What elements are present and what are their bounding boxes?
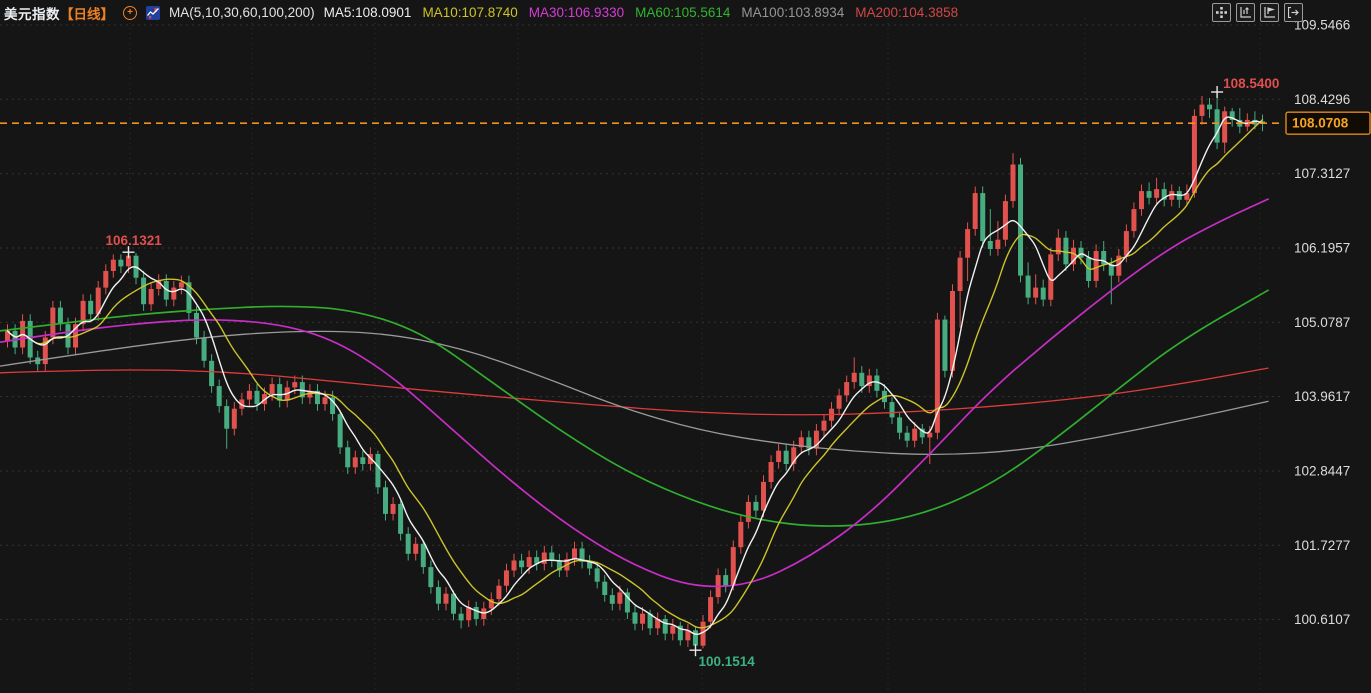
ma-settings-label[interactable]: MA(5,10,30,60,100,200) [169, 5, 315, 20]
ma-value-ma5: MA5:108.0901 [324, 5, 412, 20]
grid [0, 18, 1284, 693]
svg-text:100.6107: 100.6107 [1294, 612, 1350, 627]
ma30-line [0, 199, 1268, 586]
ma-value-ma200: MA200:104.3858 [855, 5, 958, 20]
candlestick-chart[interactable]: 108.0708109.5466108.4296107.3127106.1957… [0, 0, 1371, 693]
annotation-left-peak: 106.1321 [106, 233, 163, 258]
ma-legend: MA5:108.0901 MA10:107.8740 MA30:106.9330 MA… [324, 5, 959, 20]
svg-text:103.9617: 103.9617 [1294, 389, 1350, 404]
y-axis: 109.5466108.4296107.3127106.1957105.0787… [1294, 18, 1350, 628]
axis-scale-icon[interactable] [1236, 3, 1255, 22]
add-indicator-icon[interactable]: + [123, 6, 137, 20]
ma200-line [0, 368, 1268, 415]
ma-lines [0, 117, 1268, 634]
svg-text:108.4296: 108.4296 [1294, 92, 1350, 107]
ma10-line [8, 120, 1263, 628]
svg-text:102.8447: 102.8447 [1294, 464, 1350, 479]
pan-icon[interactable] [1212, 3, 1231, 22]
instrument-name: 美元指数 [4, 7, 60, 22]
ma100-line [0, 331, 1268, 454]
ma-value-ma60: MA60:105.5614 [635, 5, 730, 20]
svg-text:101.7277: 101.7277 [1294, 538, 1350, 553]
svg-text:107.3127: 107.3127 [1294, 166, 1350, 181]
svg-text:106.1957: 106.1957 [1294, 241, 1350, 256]
chart-header: 美元指数【日线】 + MA(5,10,30,60,100,200) MA5:10… [0, 0, 1371, 25]
ma5-line [8, 117, 1263, 634]
ma-value-ma10: MA10:107.8740 [422, 5, 517, 20]
collapse-panel-icon[interactable] [1284, 3, 1303, 22]
annotation-session-high: 108.5400 [1211, 76, 1279, 98]
svg-text:100.1514: 100.1514 [699, 654, 756, 669]
svg-text:108.5400: 108.5400 [1223, 76, 1279, 91]
symbol-title: 美元指数【日线】 [4, 3, 114, 23]
chart-toolbar [1212, 3, 1303, 22]
timeframe-label: 【日线】 [60, 7, 114, 22]
annotation-major-low: 100.1514 [690, 644, 756, 669]
last-price-marker: 108.0708 [0, 112, 1370, 134]
axis-marker-icon[interactable] [1260, 3, 1279, 22]
svg-text:105.0787: 105.0787 [1294, 315, 1350, 330]
svg-text:108.0708: 108.0708 [1292, 116, 1349, 131]
trading-app: 108.0708109.5466108.4296107.3127106.1957… [0, 0, 1371, 693]
svg-text:106.1321: 106.1321 [106, 233, 163, 248]
kline-logo-icon[interactable] [146, 6, 160, 20]
annotations: 108.5400 106.1321 100.1514 [106, 76, 1280, 669]
ma-value-ma30: MA30:106.9330 [529, 5, 624, 20]
ma-value-ma100: MA100:103.8934 [741, 5, 844, 20]
